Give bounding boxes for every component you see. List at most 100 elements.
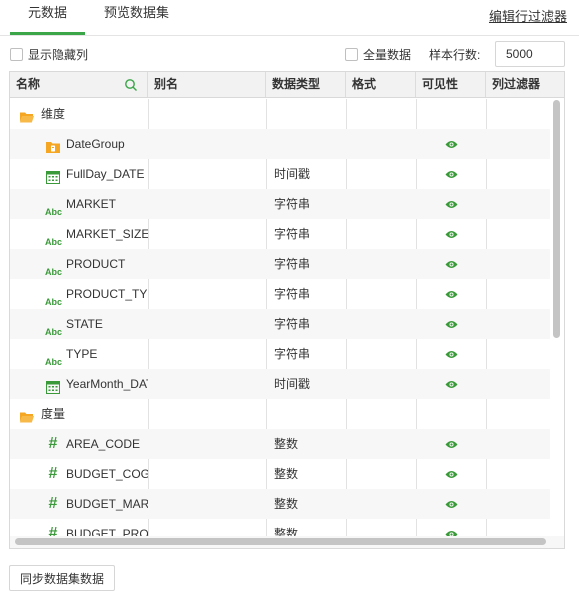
eye-icon[interactable] <box>445 377 458 391</box>
visibility-cell <box>416 249 486 279</box>
name-cell: Abc TYPE <box>10 339 148 369</box>
eye-icon[interactable] <box>445 227 458 241</box>
options-row: 显示隐藏列 全量数据 样本行数: <box>0 40 579 70</box>
table-row[interactable]: # BUDGET_MARGIN 整数 <box>10 489 550 519</box>
name-cell: Abc PRODUCT <box>10 249 148 279</box>
table-row[interactable]: # BUDGET_PROFIT 整数 <box>10 519 550 536</box>
vertical-scrollbar[interactable] <box>553 100 560 338</box>
eye-icon[interactable] <box>445 437 458 451</box>
table-row[interactable]: # AREA_CODE 整数 <box>10 429 550 459</box>
data-type-cell: 字符串 <box>274 317 311 331</box>
eye-icon[interactable] <box>445 497 458 511</box>
folder-row[interactable]: 度量 <box>10 399 550 429</box>
tab-preview-dataset[interactable]: 预览数据集 <box>104 0 169 35</box>
visibility-cell <box>416 489 486 519</box>
abc-icon: Abc <box>45 237 63 247</box>
sample-rows-input[interactable] <box>495 41 565 67</box>
visibility-cell <box>416 519 486 536</box>
abc-icon: Abc <box>45 327 63 337</box>
name-cell: FullDay_DATE <box>10 159 148 189</box>
name-cell: Abc MARKET_SIZE <box>10 219 148 249</box>
edit-row-filter-link[interactable]: 编辑行过滤器 <box>489 6 567 25</box>
visibility-cell <box>416 219 486 249</box>
table-row[interactable]: DateGroup <box>10 129 550 159</box>
eye-icon[interactable] <box>445 527 458 536</box>
eye-icon[interactable] <box>445 467 458 481</box>
field-name: BUDGET_MARGIN <box>66 497 148 511</box>
table-row[interactable]: # BUDGET_COGS 整数 <box>10 459 550 489</box>
visibility-cell <box>416 189 486 219</box>
field-name: 度量 <box>41 407 66 421</box>
column-header-visibility[interactable]: 可见性 <box>416 72 486 97</box>
date-group-icon <box>45 136 61 153</box>
field-name: BUDGET_PROFIT <box>66 527 148 536</box>
eye-icon[interactable] <box>445 347 458 361</box>
data-type-cell: 字符串 <box>274 197 311 211</box>
eye-icon[interactable] <box>445 287 458 301</box>
tab-bar: 元数据 预览数据集 编辑行过滤器 <box>0 0 579 36</box>
data-type-cell: 整数 <box>274 437 299 451</box>
eye-icon[interactable] <box>445 197 458 211</box>
visibility-cell <box>416 309 486 339</box>
field-name: MARKET <box>66 197 117 211</box>
data-type-cell: 整数 <box>274 467 299 481</box>
column-header-column-filter[interactable]: 列过滤器 <box>486 72 564 97</box>
data-type-cell: 整数 <box>274 497 299 511</box>
eye-icon[interactable] <box>445 137 458 151</box>
name-cell: YearMonth_DATE <box>10 369 148 399</box>
hash-icon: # <box>48 525 58 537</box>
hash-icon: # <box>48 495 58 512</box>
eye-icon[interactable] <box>445 167 458 181</box>
table-row[interactable]: AbcPRODUCT_TYPE 字符串 <box>10 279 550 309</box>
table-row[interactable]: Abc MARKET_SIZE 字符串 <box>10 219 550 249</box>
data-type-cell <box>274 399 344 429</box>
visibility-cell <box>416 339 486 369</box>
column-header-format[interactable]: 格式 <box>346 72 416 97</box>
name-cell: Abc STATE <box>10 309 148 339</box>
full-data-checkbox[interactable] <box>345 48 358 61</box>
hash-icon: # <box>48 465 58 482</box>
data-type-cell: 时间戳 <box>274 377 311 391</box>
show-hidden-columns-option[interactable]: 显示隐藏列 <box>10 46 88 63</box>
abc-icon: Abc <box>45 297 63 307</box>
folder-row[interactable]: 维度 <box>10 99 550 129</box>
name-cell: # BUDGET_MARGIN <box>10 489 148 519</box>
search-icon[interactable] <box>124 78 138 92</box>
visibility-cell <box>416 399 486 429</box>
data-type-cell: 字符串 <box>274 227 311 241</box>
column-header-alias[interactable]: 别名 <box>148 72 266 97</box>
name-cell: Abc MARKET <box>10 189 148 219</box>
full-data-option[interactable]: 全量数据 <box>345 46 411 63</box>
column-header-data-type[interactable]: 数据类型 <box>266 72 346 97</box>
data-type-cell: 字符串 <box>274 287 311 301</box>
field-name: PRODUCT_TYPE <box>66 287 148 301</box>
visibility-cell <box>416 159 486 189</box>
table-row[interactable]: YearMonth_DATE 时间戳 <box>10 369 550 399</box>
name-cell: 维度 <box>10 99 148 129</box>
field-name: MARKET_SIZE <box>66 227 148 241</box>
sync-dataset-data-button[interactable]: 同步数据集数据 <box>9 565 115 591</box>
data-type-cell: 字符串 <box>274 257 311 271</box>
field-name: AREA_CODE <box>66 437 141 451</box>
table-row[interactable]: Abc TYPE 字符串 <box>10 339 550 369</box>
field-name: FullDay_DATE <box>66 167 145 181</box>
eye-icon[interactable] <box>445 257 458 271</box>
show-hidden-columns-checkbox[interactable] <box>10 48 23 61</box>
table-row[interactable]: Abc MARKET 字符串 <box>10 189 550 219</box>
table-row[interactable]: Abc PRODUCT 字符串 <box>10 249 550 279</box>
abc-icon: Abc <box>45 357 63 367</box>
metadata-table: 名称 别名 数据类型 格式 可见性 列过滤器 维度 DateGroup FullDa… <box>9 71 565 549</box>
field-name: BUDGET_COGS <box>66 467 148 481</box>
visibility-cell <box>416 369 486 399</box>
name-cell: AbcPRODUCT_TYPE <box>10 279 148 309</box>
data-type-cell: 整数 <box>274 527 299 536</box>
eye-icon[interactable] <box>445 317 458 331</box>
tab-metadata[interactable]: 元数据 <box>10 0 85 35</box>
table-row[interactable]: FullDay_DATE 时间戳 <box>10 159 550 189</box>
visibility-cell <box>416 459 486 489</box>
horizontal-scrollbar[interactable] <box>15 538 546 545</box>
field-name: PRODUCT <box>66 257 126 271</box>
data-type-cell: 时间戳 <box>274 167 311 181</box>
name-cell: 度量 <box>10 399 148 429</box>
table-row[interactable]: Abc STATE 字符串 <box>10 309 550 339</box>
